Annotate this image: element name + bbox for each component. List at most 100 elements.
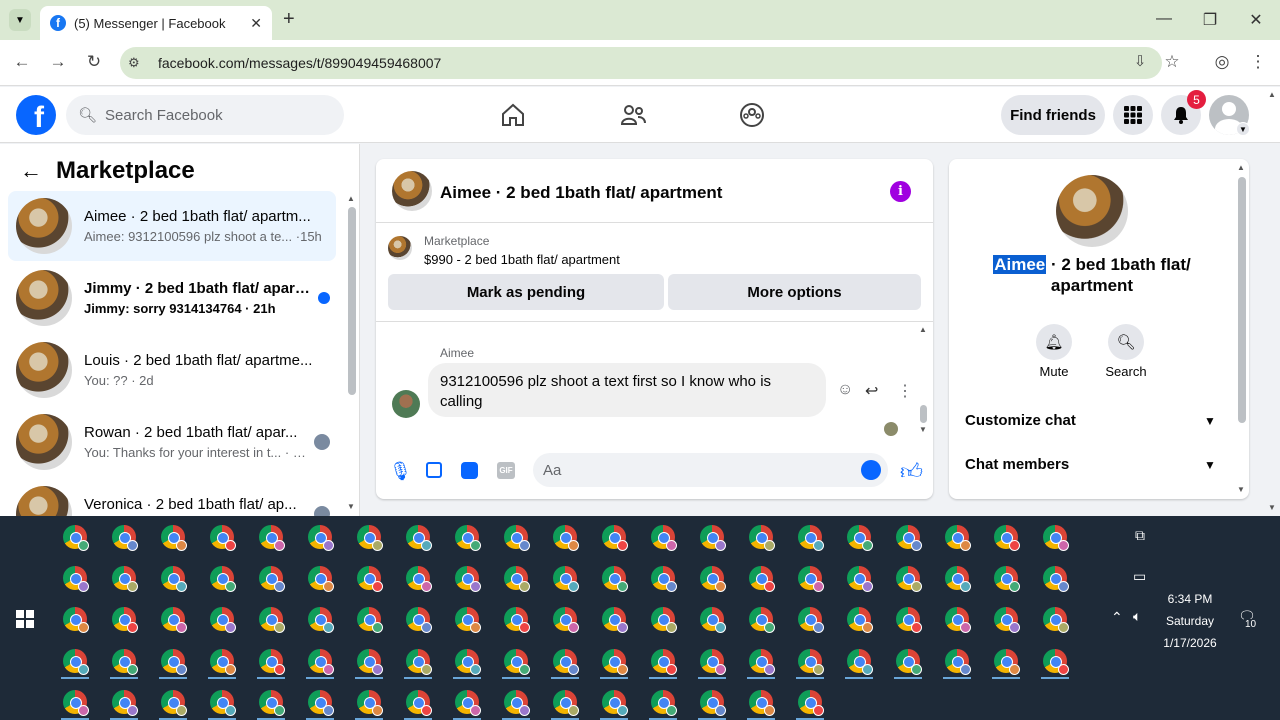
more-options-button[interactable]: More options	[668, 274, 921, 310]
chrome-profile-icon[interactable]	[210, 566, 236, 592]
chrome-profile-icon[interactable]	[945, 525, 971, 551]
details-scroll-up-icon[interactable]: ▲	[1237, 163, 1245, 172]
chat-title[interactable]: Aimee · 2 bed 1bath flat/ apartment	[440, 183, 722, 203]
home-icon[interactable]	[499, 101, 527, 129]
menu-dots-icon[interactable]: ⋮	[1246, 52, 1270, 72]
chat-scrollbar[interactable]	[920, 405, 927, 423]
chrome-profile-icon[interactable]	[945, 566, 971, 592]
facebook-logo-icon[interactable]: f	[16, 95, 56, 135]
chrome-profile-icon[interactable]	[847, 566, 873, 592]
chat-scroll-down-icon[interactable]: ▼	[919, 425, 927, 434]
conversation-item[interactable]: Veronica · 2 bed 1bath flat/ ap...	[8, 479, 336, 516]
chat-members-section[interactable]: Chat members	[965, 456, 1069, 473]
page-scroll-up-icon[interactable]: ▲	[1268, 90, 1276, 99]
chevron-down-icon[interactable]: ▼	[1204, 458, 1216, 472]
chrome-profile-icon[interactable]	[700, 690, 726, 716]
taskbar-clock[interactable]: 6:34 PM Saturday 1/17/2026	[1150, 588, 1230, 654]
conversation-item[interactable]: Aimee · 2 bed 1bath flat/ apartm... Aimee…	[8, 191, 336, 261]
gif-icon[interactable]: GIF	[497, 462, 515, 479]
chrome-profile-icon[interactable]	[259, 649, 285, 675]
chrome-profile-icon[interactable]	[406, 525, 432, 551]
chrome-profile-icon[interactable]	[112, 566, 138, 592]
chrome-profile-icon[interactable]	[553, 649, 579, 675]
windows-start-icon[interactable]	[16, 610, 34, 628]
react-emoji-icon[interactable]: ☺	[837, 381, 853, 399]
sticker-icon[interactable]	[461, 462, 478, 479]
chrome-profile-icon[interactable]	[553, 690, 579, 716]
customize-chat-section[interactable]: Customize chat	[965, 412, 1076, 429]
chrome-profile-icon[interactable]	[63, 690, 89, 716]
chrome-profile-icon[interactable]	[896, 525, 922, 551]
chrome-profile-icon[interactable]	[651, 649, 677, 675]
chrome-profile-icon[interactable]	[896, 607, 922, 633]
chrome-profile-icon[interactable]	[1043, 566, 1069, 592]
new-tab-icon[interactable]: +	[283, 8, 295, 31]
chrome-profile-icon[interactable]	[749, 649, 775, 675]
listing-thumbnail[interactable]	[388, 236, 412, 260]
chrome-profile-icon[interactable]	[357, 525, 383, 551]
chrome-profile-icon[interactable]	[406, 607, 432, 633]
chrome-profile-icon[interactable]	[161, 690, 187, 716]
message-input[interactable]: Aa	[533, 453, 888, 487]
info-icon[interactable]: i	[890, 181, 911, 202]
chrome-profile-icon[interactable]	[406, 649, 432, 675]
task-view-icon[interactable]: ⧉	[1135, 527, 1145, 544]
chat-scroll-up-icon[interactable]: ▲	[919, 325, 927, 334]
install-app-icon[interactable]: ⇩	[1128, 52, 1152, 70]
chrome-profile-icon[interactable]	[259, 690, 285, 716]
chrome-profile-icon[interactable]	[210, 607, 236, 633]
chrome-profile-icon[interactable]	[798, 649, 824, 675]
chrome-profile-icon[interactable]	[945, 649, 971, 675]
address-bar[interactable]: facebook.com/messages/t/899049459468007	[120, 47, 1162, 79]
chrome-profile-icon[interactable]	[798, 525, 824, 551]
site-info-icon[interactable]: ⚙	[128, 55, 140, 71]
desktop-icon[interactable]: ▭	[1133, 568, 1146, 585]
photo-icon[interactable]	[426, 462, 442, 478]
chrome-profile-icon[interactable]	[749, 566, 775, 592]
list-scrollbar[interactable]	[348, 207, 356, 395]
conversation-item[interactable]: Rowan · 2 bed 1bath flat/ apar... You: Th…	[8, 407, 336, 477]
chrome-profile-icon[interactable]	[63, 649, 89, 675]
chrome-profile-icon[interactable]	[945, 607, 971, 633]
chrome-profile-icon[interactable]	[63, 525, 89, 551]
chevron-down-icon[interactable]: ▼	[1204, 414, 1216, 428]
chrome-profile-icon[interactable]	[210, 525, 236, 551]
bookmark-star-icon[interactable]: ☆	[1160, 52, 1184, 72]
chrome-profile-icon[interactable]	[651, 607, 677, 633]
chrome-profile-icon[interactable]	[455, 649, 481, 675]
search-input[interactable]: 🔍︎ Search Facebook	[66, 95, 344, 135]
chrome-profile-icon[interactable]	[749, 525, 775, 551]
mute-bell-icon[interactable]: 🔔︎	[1036, 324, 1072, 360]
chrome-profile-icon[interactable]	[504, 690, 530, 716]
chrome-profile-icon[interactable]	[847, 649, 873, 675]
chrome-profile-icon[interactable]	[455, 690, 481, 716]
chrome-profile-icon[interactable]	[161, 607, 187, 633]
listing-price-title[interactable]: $990 - 2 bed 1bath flat/ apartment	[424, 252, 620, 267]
chrome-profile-icon[interactable]	[847, 607, 873, 633]
chrome-profile-icon[interactable]	[700, 525, 726, 551]
microphone-icon[interactable]: 🎙︎	[389, 461, 412, 482]
chrome-profile-icon[interactable]	[455, 566, 481, 592]
chrome-profile-icon[interactable]	[357, 690, 383, 716]
chrome-profile-icon[interactable]	[63, 607, 89, 633]
tab-search-icon[interactable]: ▼	[9, 9, 31, 31]
chrome-profile-icon[interactable]	[749, 690, 775, 716]
chrome-profile-icon[interactable]	[308, 566, 334, 592]
chrome-profile-icon[interactable]	[896, 566, 922, 592]
search-icon[interactable]: 🔍︎	[1108, 324, 1144, 360]
reply-icon[interactable]: ↩	[865, 381, 878, 401]
chrome-profile-icon[interactable]	[504, 607, 530, 633]
chrome-profile-icon[interactable]	[210, 690, 236, 716]
volume-icon[interactable]: 🔈︎	[1133, 608, 1141, 625]
conversation-item[interactable]: Louis · 2 bed 1bath flat/ apartme... You:…	[8, 335, 336, 405]
list-scroll-up-icon[interactable]: ▲	[347, 194, 355, 203]
chrome-profile-icon[interactable]	[357, 566, 383, 592]
chrome-profile-icon[interactable]	[553, 566, 579, 592]
restore-icon[interactable]: ❐	[1200, 10, 1220, 30]
chrome-profile-icon[interactable]	[161, 566, 187, 592]
chrome-profile-icon[interactable]	[504, 649, 530, 675]
reload-icon[interactable]: ↻	[82, 52, 106, 72]
chrome-profile-icon[interactable]	[994, 649, 1020, 675]
chrome-profile-icon[interactable]	[798, 607, 824, 633]
chrome-profile-icon[interactable]	[112, 525, 138, 551]
